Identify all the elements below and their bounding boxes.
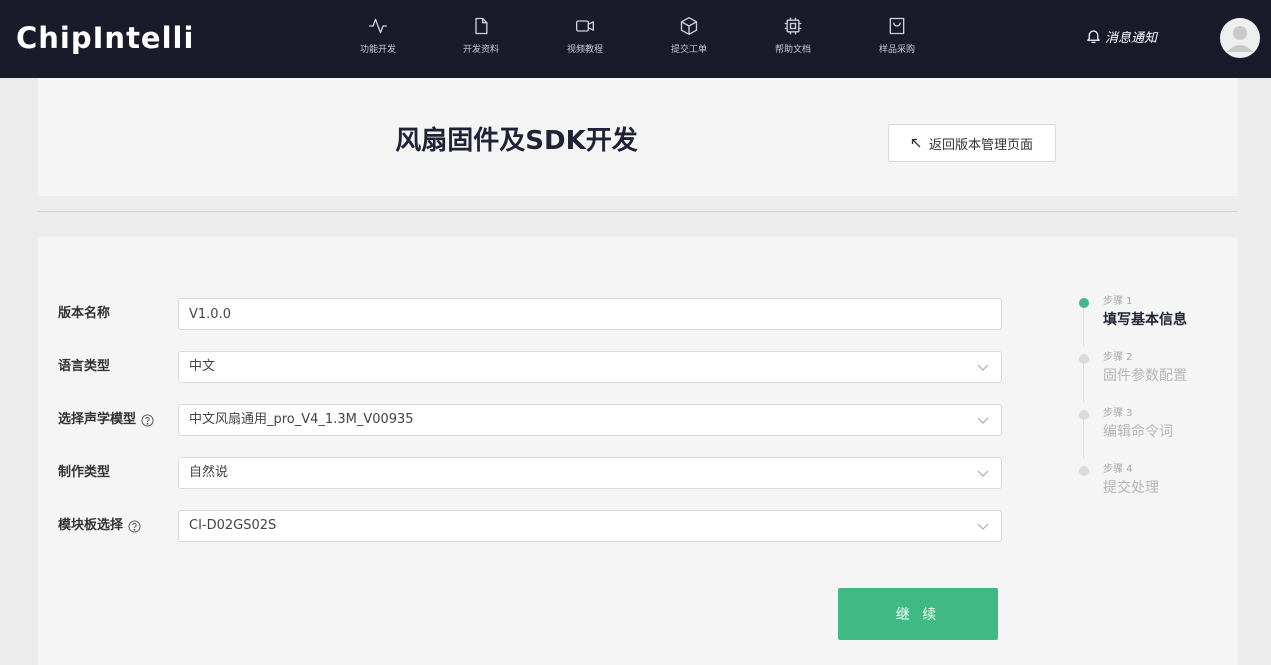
production-type-select[interactable]: 自然说 — [178, 457, 1002, 489]
section-divider — [38, 211, 1238, 212]
form-panel: 版本名称 语言类型 中文 选择声学模型 中文风扇通用_pro_V4_1.3M_V… — [38, 237, 1238, 665]
step-dot — [1079, 466, 1089, 476]
back-to-version-management-button[interactable]: 返回版本管理页面 — [888, 124, 1056, 162]
notifications-button[interactable]: 消息通知 — [1085, 25, 1157, 47]
notifications-label: 消息通知 — [1105, 30, 1158, 46]
nav-item-help-docs[interactable]: 帮助文档 — [758, 16, 828, 55]
header-panel: 风扇固件及SDK开发 返回版本管理页面 — [38, 78, 1238, 196]
nav-item-label: 功能开发 — [359, 45, 396, 55]
shopping-bag-icon — [889, 17, 905, 35]
nav-item-label: 视频教程 — [566, 45, 603, 55]
field-label: 语言类型 — [58, 359, 111, 374]
user-avatar-icon — [1220, 18, 1260, 58]
step-number: 步骤 2 — [1103, 352, 1133, 363]
step-3: 步骤 3 编辑命令词 — [1070, 402, 1230, 458]
select-value: 中文风扇通用_pro_V4_1.3M_V00935 — [189, 412, 414, 427]
chevron-down-icon — [977, 364, 989, 371]
version-name-input[interactable] — [178, 298, 1002, 330]
activity-icon — [369, 18, 387, 34]
form-row-language-type: 语言类型 中文 — [38, 351, 1038, 383]
step-4: 步骤 4 提交处理 — [1070, 458, 1230, 514]
chevron-down-icon — [977, 470, 989, 477]
bell-icon — [1087, 30, 1100, 44]
logo[interactable]: ChipIntelli — [16, 18, 194, 58]
chip-icon — [784, 17, 802, 35]
step-name: 固件参数配置 — [1103, 368, 1187, 384]
nav-item-feature-dev[interactable]: 功能开发 — [343, 16, 413, 55]
step-name: 编辑命令词 — [1103, 424, 1173, 440]
step-1: 步骤 1 填写基本信息 — [1070, 290, 1230, 346]
help-icon[interactable] — [141, 413, 154, 427]
module-board-select[interactable]: CI-D02GS02S — [178, 510, 1002, 542]
language-type-select[interactable]: 中文 — [178, 351, 1002, 383]
acoustic-model-select[interactable]: 中文风扇通用_pro_V4_1.3M_V00935 — [178, 404, 1002, 436]
field-label: 版本名称 — [58, 306, 111, 321]
nav-item-label: 开发资料 — [462, 45, 499, 55]
nav-item-dev-docs[interactable]: 开发资料 — [446, 16, 516, 55]
field-label: 制作类型 — [58, 465, 111, 480]
nav-item-label: 样品采购 — [878, 45, 915, 55]
continue-button[interactable]: 继 续 — [838, 588, 998, 640]
nav-item-submit-ticket[interactable]: 提交工单 — [654, 16, 724, 55]
arrow-up-left-icon — [911, 138, 921, 148]
step-dot — [1079, 354, 1089, 364]
video-icon — [576, 20, 594, 32]
form-row-version-name: 版本名称 — [38, 298, 1038, 330]
field-label: 模块板选择 — [58, 510, 141, 542]
step-name: 填写基本信息 — [1103, 312, 1187, 328]
step-dot — [1079, 298, 1089, 308]
nav-item-label: 提交工单 — [670, 45, 707, 55]
step-name: 提交处理 — [1103, 480, 1159, 496]
step-2: 步骤 2 固件参数配置 — [1070, 346, 1230, 402]
field-label: 选择声学模型 — [58, 404, 154, 436]
top-nav-bar: ChipIntelli 功能开发 开发资料 视频教程 提交工单 帮助文档 样品采… — [0, 0, 1271, 78]
chevron-down-icon — [977, 417, 989, 424]
form-row-production-type: 制作类型 自然说 — [38, 457, 1038, 489]
step-number: 步骤 3 — [1103, 408, 1133, 419]
form-row-module-board: 模块板选择 CI-D02GS02S — [38, 510, 1038, 542]
nav-item-sample-purchase[interactable]: 样品采购 — [862, 16, 932, 55]
user-avatar[interactable] — [1220, 18, 1260, 58]
nav-item-video-tutorials[interactable]: 视频教程 — [550, 16, 620, 55]
step-number: 步骤 1 — [1103, 296, 1133, 307]
page-title: 风扇固件及SDK开发 — [395, 126, 638, 156]
back-button-label: 返回版本管理页面 — [928, 137, 1033, 153]
select-value: 中文 — [189, 359, 216, 374]
step-dot — [1079, 410, 1089, 420]
step-number: 步骤 4 — [1103, 464, 1133, 475]
form-row-acoustic-model: 选择声学模型 中文风扇通用_pro_V4_1.3M_V00935 — [38, 404, 1038, 436]
chevron-down-icon — [977, 523, 989, 530]
box-icon — [680, 17, 698, 35]
select-value: CI-D02GS02S — [189, 518, 277, 533]
help-icon[interactable] — [128, 519, 141, 533]
select-value: 自然说 — [189, 465, 229, 480]
nav-item-label: 帮助文档 — [774, 45, 811, 55]
document-icon — [475, 17, 488, 35]
